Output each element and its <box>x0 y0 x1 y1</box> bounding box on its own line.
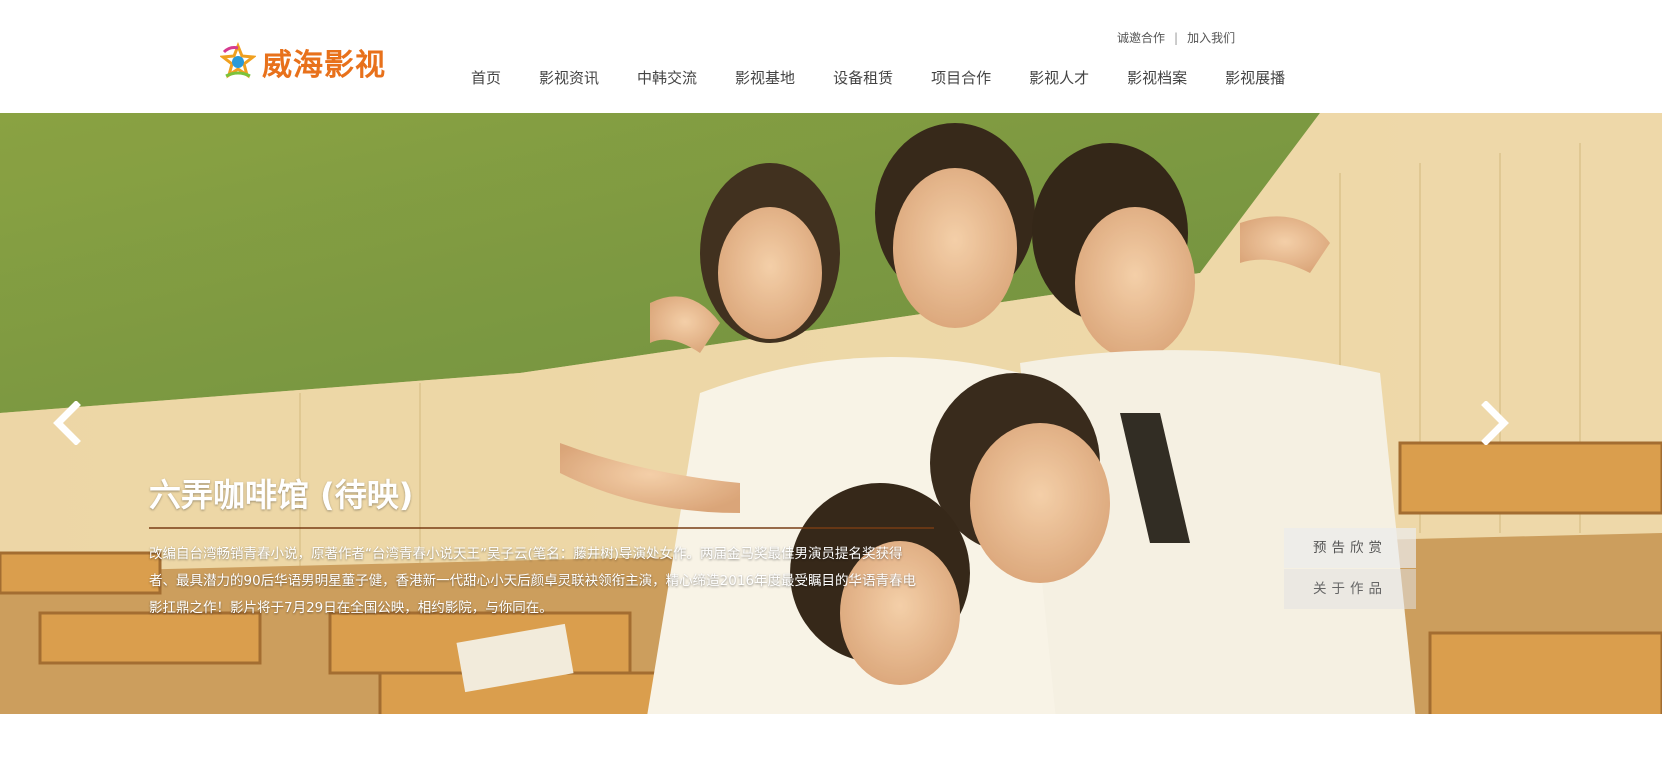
join-us-link[interactable]: 加入我们 <box>1187 29 1235 46</box>
nav-item-home[interactable]: 首页 <box>452 66 520 90</box>
nav-item-equipment-rental[interactable]: 设备租赁 <box>814 66 912 90</box>
slider-next-button[interactable] <box>1478 400 1512 446</box>
nav-item-projects[interactable]: 项目合作 <box>912 66 1010 90</box>
page-bottom <box>0 714 1662 759</box>
site-header: 威海影视 诚邀合作 | 加入我们 首页 影视资讯 中韩交流 影视基地 设备租赁 … <box>0 0 1662 113</box>
nav-item-film-base[interactable]: 影视基地 <box>716 66 814 90</box>
hero-image <box>0 113 1662 759</box>
slide-actions: 预告欣赏 关于作品 <box>1284 528 1416 609</box>
trailer-button[interactable]: 预告欣赏 <box>1284 528 1416 568</box>
slide-title: 六弄咖啡馆 (待映) <box>149 476 414 514</box>
logo[interactable]: 威海影视 <box>220 40 386 84</box>
slide-caption: 六弄咖啡馆 (待映) 改编自台湾畅销青春小说，原著作者“台湾青春小说天王”吴子云… <box>149 473 939 622</box>
hero-slider: 六弄咖啡馆 (待映) 改编自台湾畅销青春小说，原著作者“台湾青春小说天王”吴子云… <box>0 113 1662 759</box>
film-reel-star-icon <box>220 42 256 79</box>
title-divider <box>149 527 934 529</box>
nav-item-film-news[interactable]: 影视资讯 <box>520 66 618 90</box>
nav-item-china-korea[interactable]: 中韩交流 <box>618 66 716 90</box>
nav-item-showcase[interactable]: 影视展播 <box>1206 66 1304 90</box>
link-separator: | <box>1174 30 1179 45</box>
slide-description: 改编自台湾畅销青春小说，原著作者“台湾青春小说天王”吴子云(笔名：藤井树)导演处… <box>149 546 917 616</box>
cooperate-link[interactable]: 诚邀合作 <box>1117 29 1165 46</box>
slider-prev-button[interactable] <box>50 400 84 446</box>
logo-text: 威海影视 <box>262 48 386 83</box>
nav-item-talent[interactable]: 影视人才 <box>1010 66 1108 90</box>
about-work-button[interactable]: 关于作品 <box>1284 569 1416 609</box>
chevron-left-icon <box>53 400 81 446</box>
chevron-right-icon <box>1481 400 1509 446</box>
main-nav: 首页 影视资讯 中韩交流 影视基地 设备租赁 项目合作 影视人才 影视档案 影视… <box>452 66 1304 90</box>
nav-item-archive[interactable]: 影视档案 <box>1108 66 1206 90</box>
top-links: 诚邀合作 | 加入我们 <box>1117 29 1235 46</box>
